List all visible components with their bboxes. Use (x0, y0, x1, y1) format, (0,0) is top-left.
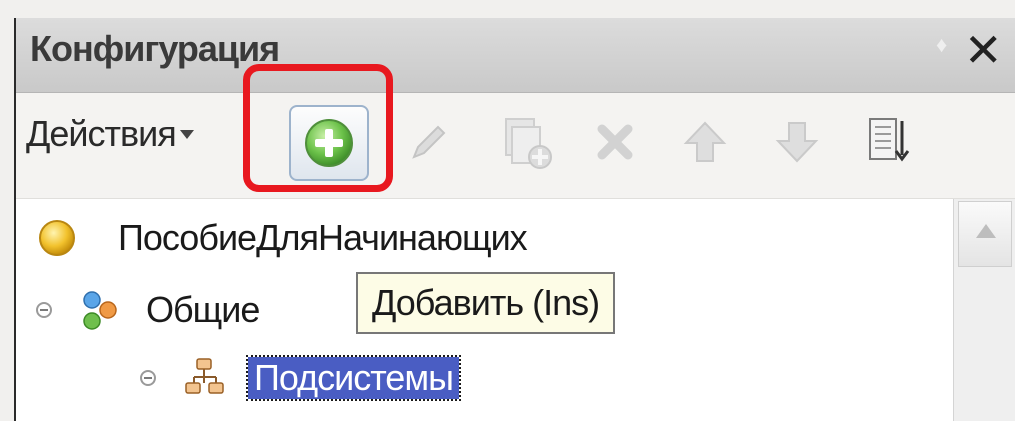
edit-button[interactable] (396, 109, 462, 175)
configuration-icon (39, 220, 75, 256)
scroll-up-button[interactable] (958, 201, 1012, 267)
move-up-button[interactable] (672, 109, 738, 175)
common-icon (83, 291, 117, 330)
delete-icon (597, 124, 633, 160)
delete-button[interactable] (582, 109, 648, 175)
vertical-scrollbar[interactable] (953, 199, 1015, 421)
chevron-down-icon (179, 129, 194, 139)
list-button[interactable] (854, 109, 920, 175)
toolbar: Действия (16, 93, 1015, 199)
subsystems-icon (185, 358, 224, 394)
tree-item-subsystems[interactable]: Подсистемы (140, 353, 461, 403)
list-icon (869, 118, 910, 162)
tree-item-label: Подсистемы (246, 355, 461, 401)
add-tooltip: Добавить (Ins) (356, 272, 616, 334)
copy-icon (505, 118, 552, 169)
tree-item-common[interactable]: Общие (36, 285, 260, 335)
panel-header: Конфигурация ♦ ✕ (16, 18, 1015, 93)
collapse-icon[interactable] (36, 302, 52, 318)
move-up-icon (683, 121, 727, 162)
close-icon[interactable]: ✕ (964, 22, 1003, 78)
edit-icon (412, 125, 446, 159)
move-down-button[interactable] (764, 109, 830, 175)
move-down-icon (775, 122, 819, 163)
tree-item-label: Общие (146, 289, 260, 330)
add-button-highlight (243, 64, 393, 192)
collapse-icon[interactable] (140, 370, 156, 386)
configuration-panel: Конфигурация ♦ ✕ Действия ПособиеДляНачи… (16, 18, 1015, 421)
actions-menu[interactable]: Действия (26, 113, 194, 155)
pin-icon[interactable]: ♦ (936, 32, 947, 58)
tree-item-root[interactable]: ПособиеДляНачинающих (36, 213, 528, 263)
actions-label: Действия (26, 113, 177, 154)
panel-title: Конфигурация (30, 28, 280, 69)
tree-item-label: ПособиеДляНачинающих (118, 217, 528, 258)
copy-button[interactable] (492, 109, 558, 175)
